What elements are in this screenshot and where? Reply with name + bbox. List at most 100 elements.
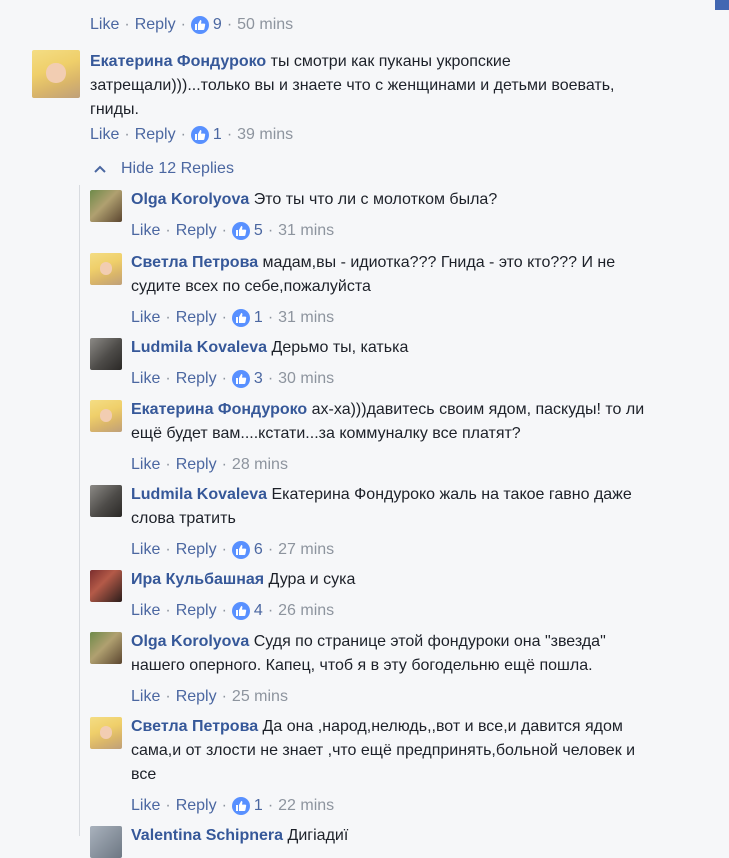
like-thumb-icon[interactable] — [231, 309, 250, 327]
like-count[interactable]: 9 — [213, 16, 222, 34]
timestamp[interactable]: 50 mins — [237, 16, 293, 34]
like-thumb-icon[interactable] — [190, 16, 209, 34]
reply-text: Это ты что ли с молотком была? — [253, 191, 498, 208]
like-count[interactable]: 3 — [254, 370, 263, 388]
comment-text: затрещали)))...только вы и знаете что с … — [90, 77, 615, 94]
like-count[interactable]: 1 — [213, 126, 222, 144]
timestamp[interactable]: 27 mins — [278, 541, 334, 559]
separator: · — [165, 456, 171, 473]
reply-actions: Like · Reply · 1 · 31 mins — [131, 309, 334, 327]
separator: · — [267, 370, 274, 387]
reply-text: Дерьмо ты, катька — [271, 339, 409, 356]
like-link[interactable]: Like — [131, 222, 160, 240]
like-count[interactable]: 1 — [254, 309, 263, 327]
reply-link[interactable]: Reply — [176, 541, 217, 559]
reply-body: Ира Кульбашная Дура и сука — [131, 568, 691, 592]
reply-avatar[interactable] — [90, 400, 122, 432]
like-count[interactable]: 5 — [254, 222, 263, 240]
like-count[interactable]: 1 — [254, 797, 263, 815]
reply-link[interactable]: Reply — [176, 456, 217, 474]
reply-avatar[interactable] — [90, 826, 122, 858]
reply-body: Светла Петрова Да она ,народ,нелюдь,,вот… — [131, 715, 691, 787]
reply-link[interactable]: Reply — [135, 16, 176, 34]
comment-author[interactable]: Екатерина Фондуроко — [90, 53, 266, 70]
hide-replies-toggle[interactable]: Hide 12 Replies — [93, 160, 234, 178]
reply-body: Ludmila Kovaleva Екатерина Фондуроко жал… — [131, 483, 691, 531]
separator: · — [221, 541, 227, 558]
reply-actions: Like · Reply · 1 · 22 mins — [131, 797, 334, 815]
like-thumb-icon[interactable] — [231, 541, 250, 559]
reply-link[interactable]: Reply — [176, 222, 217, 240]
reply-link[interactable]: Reply — [176, 602, 217, 620]
reply-author[interactable]: Olga Korolyova — [131, 633, 249, 650]
reply-actions: Like · Reply · 28 mins — [131, 456, 288, 474]
like-link[interactable]: Like — [131, 541, 160, 559]
like-link[interactable]: Like — [90, 126, 119, 144]
reply-avatar[interactable] — [90, 338, 122, 370]
reply-author[interactable]: Olga Korolyova — [131, 191, 249, 208]
separator: · — [221, 602, 227, 619]
reply-text: Екатерина Фондуроко жаль на такое гавно … — [271, 486, 632, 503]
reply-actions: Like · Reply · 25 mins — [131, 688, 288, 706]
like-thumb-icon[interactable] — [231, 370, 250, 388]
reply-link[interactable]: Reply — [176, 688, 217, 706]
reply-author[interactable]: Ludmila Kovaleva — [131, 339, 267, 356]
reply-actions: Like · Reply · 3 · 30 mins — [131, 370, 334, 388]
reply-avatar[interactable] — [90, 190, 122, 222]
like-link[interactable]: Like — [131, 602, 160, 620]
reply-avatar[interactable] — [90, 253, 122, 285]
timestamp[interactable]: 22 mins — [278, 797, 334, 815]
reply-link[interactable]: Reply — [176, 797, 217, 815]
timestamp[interactable]: 31 mins — [278, 222, 334, 240]
separator: · — [226, 16, 233, 33]
separator: · — [221, 797, 227, 814]
reply-author[interactable]: Светла Петрова — [131, 254, 258, 271]
reply-author[interactable]: Светла Петрова — [131, 718, 258, 735]
separator: · — [221, 222, 227, 239]
timestamp[interactable]: 26 mins — [278, 602, 334, 620]
separator: · — [180, 126, 186, 143]
reply-body: Olga Korolyova Судя по странице этой фон… — [131, 630, 691, 678]
like-link[interactable]: Like — [131, 370, 160, 388]
replies-thread-line — [79, 185, 80, 836]
reply-avatar[interactable] — [90, 570, 122, 602]
reply-text: Да она ,народ,нелюдь,,вот и все,и давитс… — [262, 718, 623, 735]
separator: · — [165, 602, 171, 619]
top-bar-edge — [715, 0, 729, 10]
like-link[interactable]: Like — [131, 309, 160, 327]
reply-body: Ludmila Kovaleva Дерьмо ты, катька — [131, 336, 691, 360]
reply-avatar[interactable] — [90, 717, 122, 749]
timestamp[interactable]: 28 mins — [232, 456, 288, 474]
like-thumb-icon[interactable] — [231, 602, 250, 620]
timestamp[interactable]: 30 mins — [278, 370, 334, 388]
like-link[interactable]: Like — [90, 16, 119, 34]
like-thumb-icon[interactable] — [190, 126, 209, 144]
reply-link[interactable]: Reply — [135, 126, 176, 144]
separator: · — [221, 309, 227, 326]
like-link[interactable]: Like — [131, 797, 160, 815]
separator: · — [267, 602, 274, 619]
like-thumb-icon[interactable] — [231, 222, 250, 240]
timestamp[interactable]: 31 mins — [278, 309, 334, 327]
like-link[interactable]: Like — [131, 456, 160, 474]
reply-author[interactable]: Екатерина Фондуроко — [131, 401, 307, 418]
separator: · — [124, 16, 130, 33]
reply-avatar[interactable] — [90, 485, 122, 517]
reply-body: Екатерина Фондуроко ах-ха)))давитесь сво… — [131, 398, 691, 446]
reply-avatar[interactable] — [90, 632, 122, 664]
reply-author[interactable]: Ludmila Kovaleva — [131, 486, 267, 503]
reply-text: ах-ха)))давитесь своим ядом, паскуды! то… — [311, 401, 645, 418]
hide-replies-label[interactable]: Hide 12 Replies — [121, 160, 234, 178]
timestamp[interactable]: 25 mins — [232, 688, 288, 706]
reply-link[interactable]: Reply — [176, 370, 217, 388]
timestamp[interactable]: 39 mins — [237, 126, 293, 144]
like-link[interactable]: Like — [131, 688, 160, 706]
like-count[interactable]: 4 — [254, 602, 263, 620]
reply-text: ещё будет вам....кстати...за коммуналку … — [131, 425, 521, 442]
reply-text: Судя по странице этой фондуроки она "зве… — [253, 633, 606, 650]
reply-author[interactable]: Ира Кульбашная — [131, 571, 264, 588]
reply-link[interactable]: Reply — [176, 309, 217, 327]
avatar[interactable] — [32, 50, 80, 98]
like-count[interactable]: 6 — [254, 541, 263, 559]
like-thumb-icon[interactable] — [231, 797, 250, 815]
